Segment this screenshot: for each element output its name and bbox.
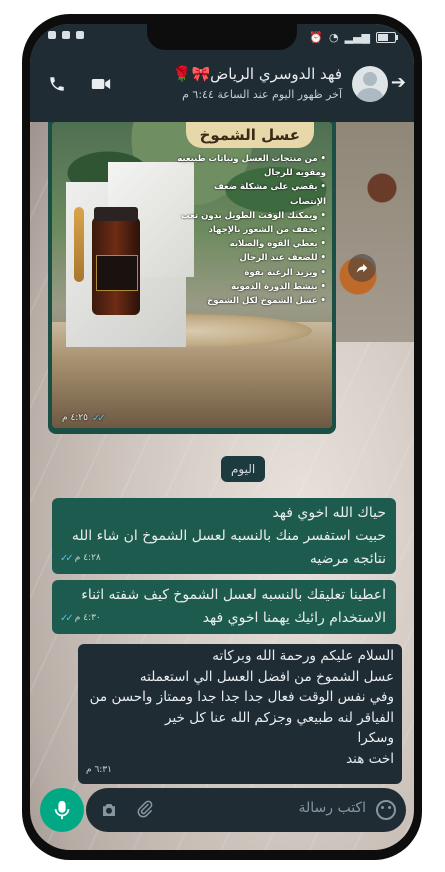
message-line: نتائجه مرضيه <box>309 551 386 567</box>
product-benefits: من منتجات العسل ونباتات طبيعيه ومقويه لل… <box>176 152 326 308</box>
camera-notch <box>147 24 297 50</box>
message-line: حياك الله اخوي فهد <box>272 505 386 521</box>
phone-frame: ⏰ ◔ ▂▄▆ ➔ فهد الدوسري الرياض🎀🌹 آخر ظهور … <box>22 14 422 860</box>
message-line: الاستخدام رائيك يهمنا اخوي فهد <box>202 610 386 626</box>
message-time: ٤:٢٨ م <box>74 553 101 563</box>
message-meta: ✓✓ ٤:٢٥ م <box>62 413 106 424</box>
benefit-item: من منتجات العسل ونباتات طبيعيه ومقويه لل… <box>176 152 326 180</box>
product-title: عسل الشموخ <box>185 122 314 148</box>
chat-screen: ⏰ ◔ ▂▄▆ ➔ فهد الدوسري الرياض🎀🌹 آخر ظهور … <box>30 24 414 850</box>
benefit-item: يقضي على مشكلة ضعف الإنتصاب <box>176 180 326 208</box>
benefit-item: يخفف من الشعور بالإجهاد <box>176 223 326 237</box>
phone-icon[interactable] <box>46 74 68 94</box>
message-line: اخت هند <box>346 750 394 767</box>
message-line: الفياقر لنه طبيعي وجزكم الله عنا كل خير <box>165 709 394 726</box>
paperclip-icon[interactable] <box>136 799 154 823</box>
arrow-left-icon[interactable]: ➔ <box>391 72 406 93</box>
benefit-item: يعطي القوه والصلابه <box>176 237 326 251</box>
message-time: ٦:٣١ م <box>86 764 112 775</box>
message-input[interactable]: اكتب رسالة <box>298 800 366 816</box>
microphone-icon[interactable] <box>40 788 84 832</box>
message-line: السلام عليكم ورحمة الله وبركاته <box>212 648 394 664</box>
benefit-item: ينشط الدورة الدموية <box>176 280 326 294</box>
read-ticks-icon: ✓✓ <box>60 553 74 564</box>
benefit-item: للضعف عند الرجال <box>176 251 326 265</box>
video-icon[interactable] <box>90 74 112 94</box>
notification-icon <box>62 31 70 39</box>
header-actions <box>46 74 112 94</box>
message-composer[interactable]: اكتب رسالة <box>86 788 406 832</box>
last-seen: آخر ظهور اليوم عند الساعة ٦:٤٤ م <box>182 88 342 101</box>
benefit-item: ويمكنك الوقت الطويل بدون تعب <box>176 209 326 223</box>
camera-icon[interactable] <box>100 801 118 823</box>
outgoing-message[interactable]: اعطينا تعليقك بالنسبه لعسل الشموخ كيف شف… <box>52 580 396 634</box>
read-ticks-icon: ✓✓ <box>60 613 74 624</box>
forward-icon[interactable] <box>348 254 376 282</box>
message-meta: ٦:٣١ م <box>86 760 112 781</box>
honey-jar <box>92 207 140 315</box>
emoji-icon[interactable] <box>376 800 396 820</box>
image-message[interactable]: عسل الشموخ من منتجات العسل ونباتات طبيعي… <box>48 122 336 434</box>
wallpaper-decoration <box>334 122 414 342</box>
honey-spoon <box>74 207 84 282</box>
message-time: ٤:٣٠ م <box>74 613 101 623</box>
product-image[interactable]: عسل الشموخ من منتجات العسل ونباتات طبيعي… <box>52 122 332 428</box>
message-time: ٤:٢٥ م <box>62 413 88 423</box>
message-meta: ✓✓ ٤:٢٨ م <box>60 547 101 570</box>
message-line: عسل الشموخ من افضل العسل الي استعملته <box>139 668 394 685</box>
wifi-icon: ◔ <box>329 31 339 44</box>
notification-icon <box>48 31 56 39</box>
signal-icon: ▂▄▆ <box>344 31 370 44</box>
outgoing-message[interactable]: حياك الله اخوي فهد حبيت استفسر منك بالنس… <box>52 498 396 574</box>
message-line: حبيت استفسر منك بالنسبه لعسل الشموخ ان ش… <box>71 528 386 544</box>
day-separator: اليوم <box>221 456 266 482</box>
battery-icon <box>376 32 398 43</box>
contact-name[interactable]: فهد الدوسري الرياض🎀🌹 <box>173 65 342 83</box>
benefit-item: عسل الشموخ لكل الشموخ <box>176 294 326 308</box>
benefit-item: ويزيد الرغبة بقوة <box>176 266 326 280</box>
message-line: وفي نفس الوقت فعال جدا جدا جدا وممتاز وا… <box>89 689 394 705</box>
notification-icon <box>76 31 84 39</box>
alarm-icon: ⏰ <box>309 31 323 44</box>
message-line: اعطينا تعليقك بالنسبه لعسل الشموخ كيف شف… <box>81 587 386 603</box>
read-ticks-icon: ✓✓ <box>91 413 106 424</box>
chat-header: ➔ فهد الدوسري الرياض🎀🌹 آخر ظهور اليوم عن… <box>30 52 414 122</box>
avatar[interactable] <box>352 66 388 102</box>
message-meta: ✓✓ ٤:٣٠ م <box>60 607 101 630</box>
status-system-icons: ⏰ ◔ ▂▄▆ <box>309 31 398 44</box>
message-line: وسكرا <box>357 730 395 746</box>
incoming-message[interactable]: السلام عليكم ورحمة الله وبركاته عسل الشم… <box>78 644 402 784</box>
status-notification-icons <box>48 31 84 39</box>
